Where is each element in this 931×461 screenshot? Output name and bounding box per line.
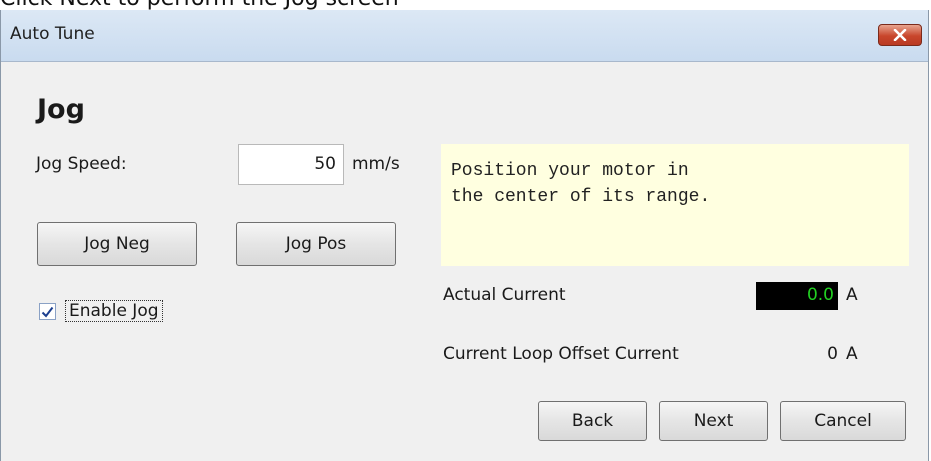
- page-title: Jog: [37, 94, 85, 125]
- offset-current-label: Current Loop Offset Current: [443, 344, 679, 364]
- actual-current-readout: 0.0: [756, 282, 838, 310]
- close-icon: [893, 29, 907, 41]
- dialog-content: Jog Jog Speed: 50 mm/s Jog Neg Jog Pos E…: [1, 62, 928, 461]
- jog-speed-label: Jog Speed:: [36, 154, 127, 174]
- auto-tune-dialog: Auto Tune Jog Jog Speed: 50 mm/s Jog Neg…: [0, 10, 929, 461]
- checkmark-icon: [41, 306, 54, 318]
- close-button[interactable]: [878, 24, 922, 46]
- actual-current-label: Actual Current: [443, 285, 566, 305]
- jog-neg-button[interactable]: Jog Neg: [37, 222, 197, 266]
- actual-current-unit: A: [846, 285, 858, 305]
- cancel-button[interactable]: Cancel: [780, 401, 906, 441]
- enable-jog-checkbox[interactable]: [39, 303, 56, 320]
- offset-current-unit: A: [846, 344, 858, 364]
- window-title: Auto Tune: [10, 24, 95, 44]
- jog-pos-button[interactable]: Jog Pos: [236, 222, 396, 266]
- jog-speed-input[interactable]: 50: [238, 144, 344, 185]
- next-button[interactable]: Next: [659, 401, 768, 441]
- back-button[interactable]: Back: [538, 401, 647, 441]
- enable-jog-label[interactable]: Enable Jog: [65, 300, 163, 322]
- jog-speed-unit: mm/s: [352, 154, 400, 174]
- instruction-panel: Position your motor in the center of its…: [441, 144, 909, 266]
- offset-current-value: 0: [827, 344, 838, 364]
- title-bar: Auto Tune: [1, 10, 928, 62]
- top-caption: Click Next to perform the Jog screen: [0, 0, 931, 10]
